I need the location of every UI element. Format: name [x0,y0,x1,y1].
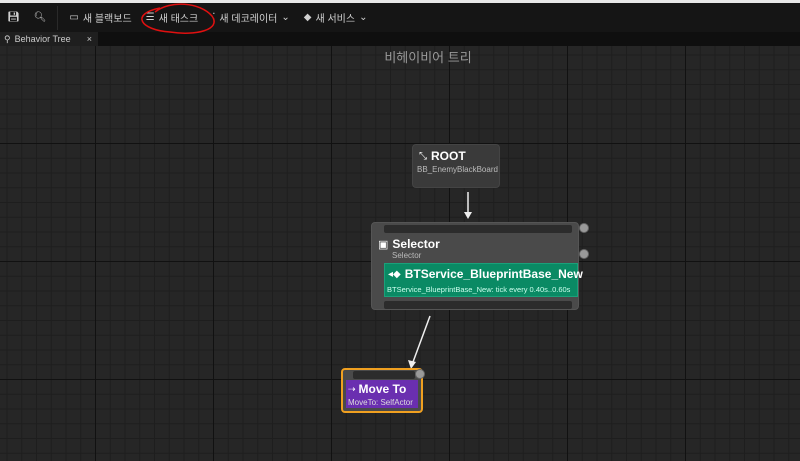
node-subtitle: MoveTo: SelfActor [348,398,413,407]
service-pin[interactable] [579,249,589,259]
node-title: Move To [358,382,407,396]
node-subtitle: BB_EnemyBlackBoard [417,165,498,174]
output-pin[interactable] [579,223,589,233]
service-title: BTService_BlueprintBase_New [404,267,583,281]
selector-icon: ▣ [378,238,389,251]
node-title: ROOT [431,149,466,163]
red-annotation-ellipse [141,3,215,34]
arrow-head [464,212,472,219]
service-icon: ◂◆ [388,268,401,280]
root-node[interactable]: ⤡ ROOT BB_EnemyBlackBoard [412,144,500,188]
node-title: Selector [392,237,440,251]
service-subtitle: BTService_BlueprintBase_New: tick every … [387,285,571,294]
node-subtitle: Selector [392,251,422,260]
selector-node[interactable]: ▣ Selector Selector ◂◆ BTService_Blueprint… [371,222,583,310]
connection-selector-moveto [412,315,431,363]
service-node[interactable]: ◂◆ BTService_BlueprintBase_New BTService_… [384,263,583,297]
task-body: ⇢ Move To MoveTo: SelfActor [346,380,418,408]
output-pin[interactable] [415,369,425,379]
moveto-node[interactable]: ⇢ Move To MoveTo: SelfActor [341,368,423,413]
root-icon: ⤡ [419,150,427,162]
move-arrow-icon: ⇢ [348,383,356,394]
